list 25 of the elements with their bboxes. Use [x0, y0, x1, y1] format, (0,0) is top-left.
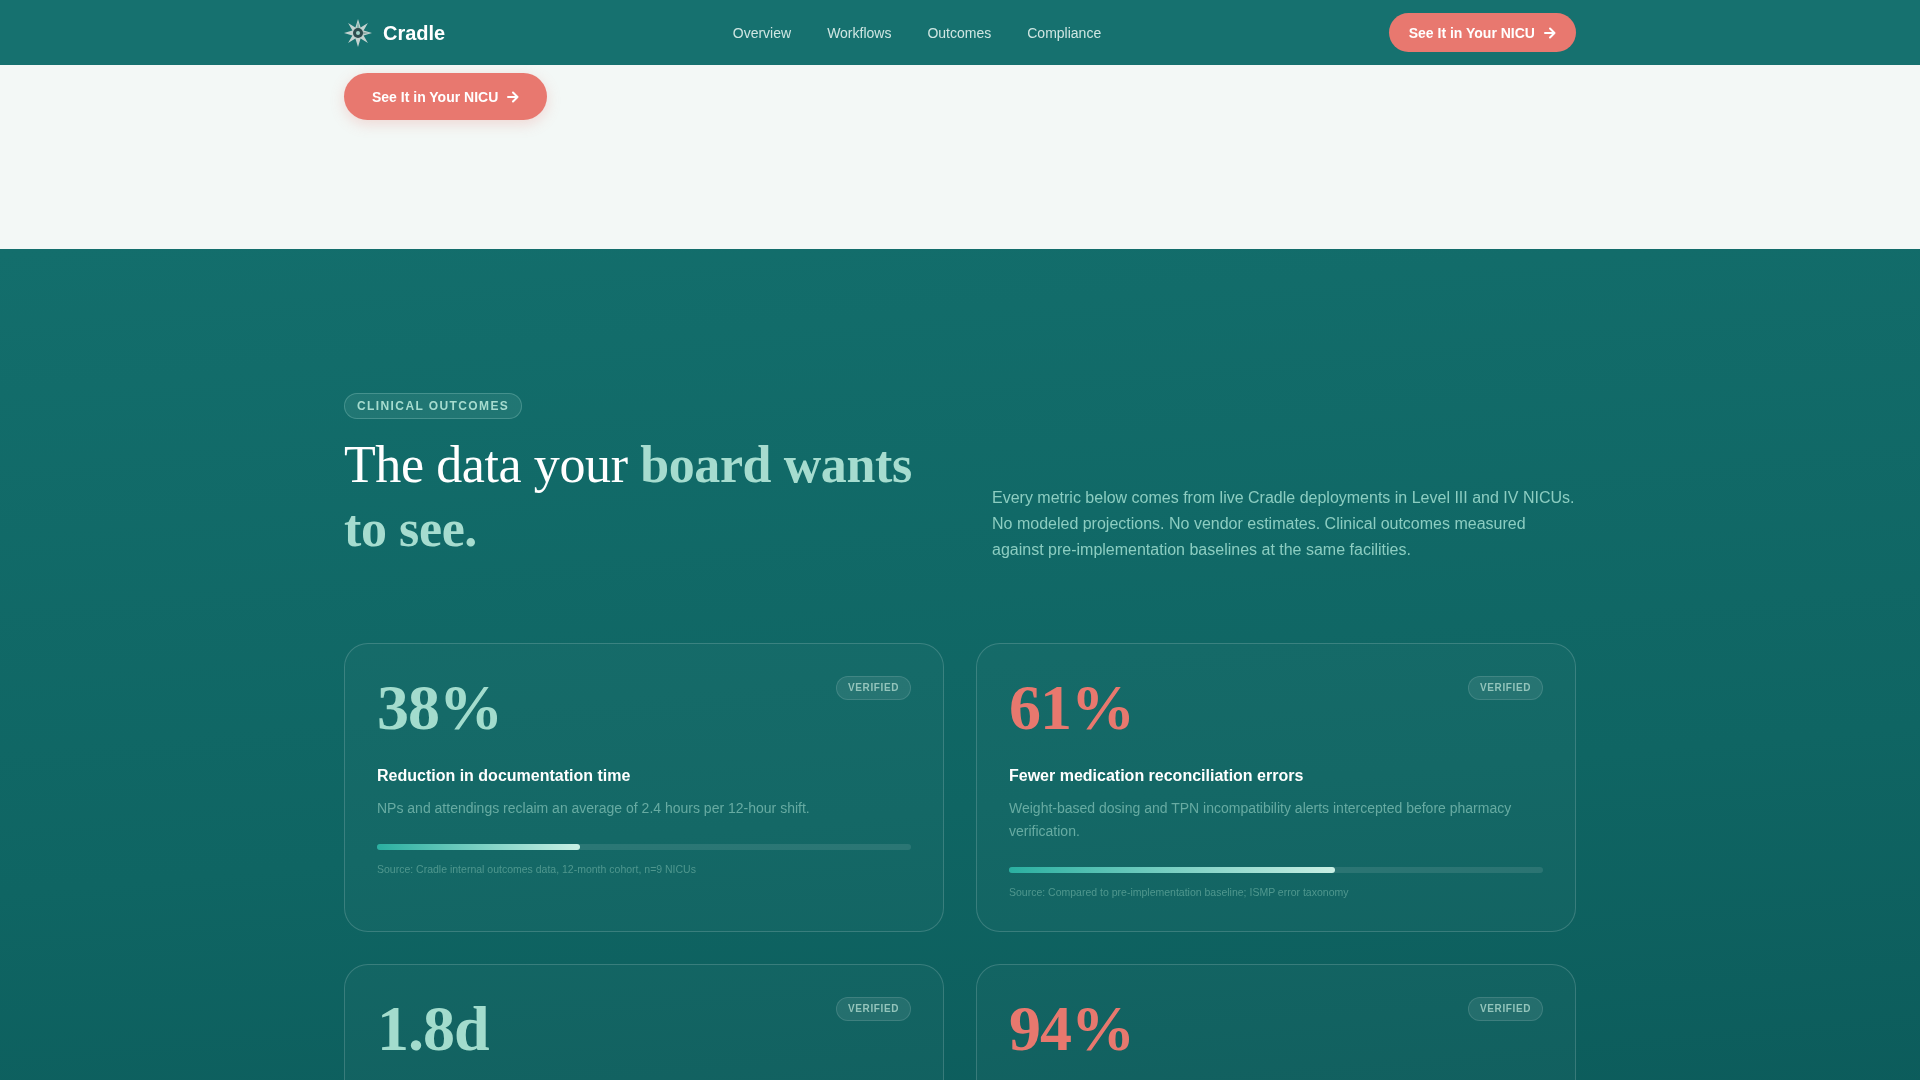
- verified-tag: VERIFIED: [836, 676, 911, 700]
- metric-value: 1.8d: [377, 997, 489, 1061]
- nav-link[interactable]: Overview: [732, 23, 792, 42]
- metric-value: 61%: [1009, 676, 1134, 740]
- nav-link[interactable]: Compliance: [1027, 23, 1102, 42]
- verified-tag: VERIFIED: [1468, 676, 1543, 700]
- nav-link[interactable]: Outcomes: [927, 23, 992, 42]
- metric-title: Reduction in documentation time: [377, 766, 632, 786]
- intro-paragraph: Every metric below comes from live Cradle deployments in Level III and IV NICUs. No modeled projections. No vendor estimates. Clinical outcomes measured against pre-implementation baselines at the same facilities.: [992, 488, 1576, 560]
- metric-value: 38%: [377, 676, 502, 740]
- section-heading: The data your board wants to see.: [344, 435, 913, 559]
- verified-tag: VERIFIED: [1468, 997, 1543, 1021]
- metric-value: 94%: [1009, 997, 1134, 1061]
- verified-tag: VERIFIED: [836, 997, 911, 1021]
- brand-name: Cradle: [383, 20, 446, 45]
- metric-title: Fewer medication reconciliation errors: [1009, 766, 1305, 786]
- metric-description: Weight-based dosing and TPN incompatibility alerts intercepted before pharmacy verification.: [1009, 799, 1513, 841]
- cta-button[interactable]: See It in Your NICU: [344, 73, 548, 120]
- arrow-right-icon: [507, 90, 520, 103]
- section-tag: CLINICAL OUTCOMES: [344, 393, 523, 419]
- nav-link[interactable]: Workflows: [827, 23, 892, 42]
- star-logo-icon: [344, 18, 372, 47]
- arrow-right-icon: [1544, 26, 1556, 39]
- cta-button[interactable]: See It in Your NICU: [1388, 13, 1576, 52]
- metric-description: NPs and attendings reclaim an average of 2.4 hours per 12-hour shift.: [377, 799, 811, 818]
